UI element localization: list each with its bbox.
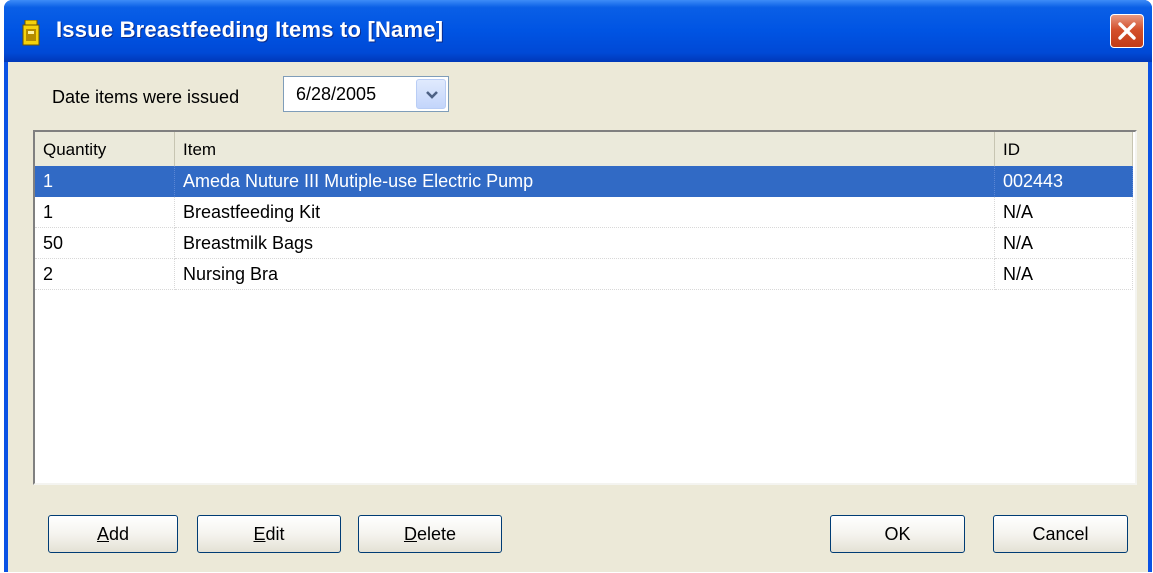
column-item[interactable]: Item bbox=[175, 132, 995, 166]
table-row[interactable]: 1 Ameda Nuture III Mutiple-use Electric … bbox=[35, 166, 1133, 197]
ok-button[interactable]: OK bbox=[830, 515, 965, 553]
close-button[interactable] bbox=[1110, 14, 1144, 48]
items-list[interactable]: Quantity Item ID 1 Ameda Nuture III Muti… bbox=[33, 130, 1137, 485]
cell-quantity: 50 bbox=[35, 228, 175, 259]
cancel-button[interactable]: Cancel bbox=[993, 515, 1128, 553]
date-picker[interactable]: 6/28/2005 bbox=[283, 76, 449, 112]
edit-button[interactable]: Edit bbox=[197, 515, 341, 553]
cell-id: N/A bbox=[995, 259, 1133, 290]
edit-mnemonic: E bbox=[253, 524, 266, 544]
add-label: dd bbox=[108, 524, 130, 544]
chevron-down-icon bbox=[426, 91, 438, 99]
add-mnemonic: A bbox=[96, 524, 109, 544]
cell-item: Nursing Bra bbox=[175, 259, 995, 290]
table-row[interactable]: 1 Breastfeeding Kit N/A bbox=[35, 197, 1133, 228]
cell-id: N/A bbox=[995, 197, 1133, 228]
cell-id: N/A bbox=[995, 228, 1133, 259]
dialog-window: Issue Breastfeeding Items to [Name] Date… bbox=[4, 0, 1152, 572]
breast-pump-icon bbox=[22, 19, 40, 46]
cell-quantity: 2 bbox=[35, 259, 175, 290]
cell-quantity: 1 bbox=[35, 197, 175, 228]
table-row[interactable]: 2 Nursing Bra N/A bbox=[35, 259, 1133, 290]
column-id[interactable]: ID bbox=[995, 132, 1133, 166]
edit-label: dit bbox=[265, 524, 285, 544]
dialog-body: Date items were issued 6/28/2005 Quantit… bbox=[8, 62, 1148, 572]
delete-button[interactable]: Delete bbox=[358, 515, 502, 553]
column-quantity[interactable]: Quantity bbox=[35, 132, 175, 166]
title-bar[interactable]: Issue Breastfeeding Items to [Name] bbox=[4, 0, 1152, 62]
cell-quantity: 1 bbox=[35, 166, 175, 197]
date-dropdown-button[interactable] bbox=[416, 79, 446, 109]
date-value[interactable]: 6/28/2005 bbox=[296, 84, 376, 105]
cell-item: Breastmilk Bags bbox=[175, 228, 995, 259]
list-header: Quantity Item ID bbox=[35, 132, 1133, 167]
delete-label: elete bbox=[416, 524, 457, 544]
cell-item: Breastfeeding Kit bbox=[175, 197, 995, 228]
table-row[interactable]: 50 Breastmilk Bags N/A bbox=[35, 228, 1133, 259]
close-icon bbox=[1118, 22, 1136, 40]
date-label: Date items were issued bbox=[52, 87, 240, 107]
delete-mnemonic: D bbox=[403, 524, 417, 544]
window-title: Issue Breastfeeding Items to [Name] bbox=[56, 17, 444, 42]
add-button[interactable]: Add bbox=[48, 515, 178, 553]
cell-id: 002443 bbox=[995, 166, 1133, 197]
cell-item: Ameda Nuture III Mutiple-use Electric Pu… bbox=[175, 166, 995, 197]
